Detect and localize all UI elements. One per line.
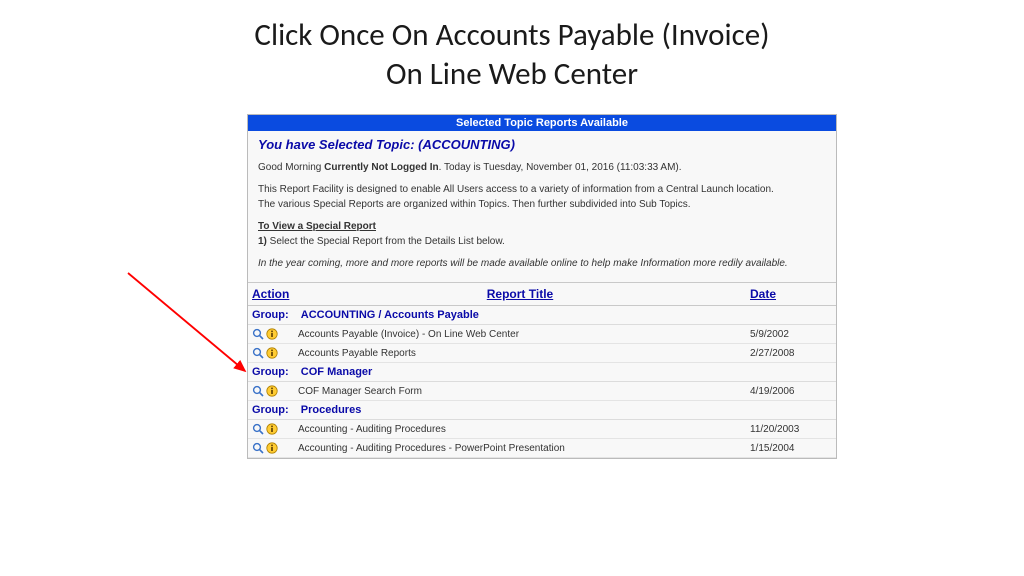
action-cell	[248, 382, 294, 401]
report-date-cell: 2/27/2008	[746, 344, 836, 363]
col-action[interactable]: Action	[248, 283, 294, 306]
slide-title: Click Once On Accounts Payable (Invoice)…	[0, 0, 1024, 94]
slide-title-line1: Click Once On Accounts Payable (Invoice)	[254, 16, 769, 54]
report-title-cell: COF Manager Search Form	[294, 382, 746, 401]
group-label: Group:	[252, 404, 295, 416]
slide-title-line2: On Line Web Center	[386, 55, 638, 93]
report-title-cell: Accounting - Auditing Procedures	[294, 420, 746, 439]
group-row: Group: COF Manager	[248, 363, 836, 382]
group-row: Group: ACCOUNTING / Accounts Payable	[248, 306, 836, 325]
action-cell	[248, 439, 294, 458]
group-name: COF Manager	[301, 366, 373, 378]
action-cell	[248, 344, 294, 363]
table-row[interactable]: Accounts Payable (Invoice) - On Line Web…	[248, 325, 836, 344]
report-panel: Selected Topic Reports Available You hav…	[247, 114, 837, 459]
group-label: Group:	[252, 366, 295, 378]
action-cell	[248, 420, 294, 439]
report-date-cell: 4/19/2006	[746, 382, 836, 401]
col-date[interactable]: Date	[746, 283, 836, 306]
desc-line-1: This Report Facility is designed to enab…	[258, 182, 826, 197]
report-date-cell: 11/20/2003	[746, 420, 836, 439]
info-icon[interactable]	[266, 423, 278, 435]
magnify-icon[interactable]	[252, 423, 264, 435]
report-title-cell: Accounting - Auditing Procedures - Power…	[294, 439, 746, 458]
magnify-icon[interactable]	[252, 442, 264, 454]
group-name: Procedures	[301, 404, 362, 416]
info-icon[interactable]	[266, 328, 278, 340]
topic-prefix: You have Selected Topic:	[258, 137, 418, 152]
report-table: Action Report Title Date Group: ACCOUNTI…	[248, 282, 836, 458]
table-header-row: Action Report Title Date	[248, 283, 836, 306]
group-row: Group: Procedures	[248, 401, 836, 420]
greeting-line: Good Morning Currently Not Logged In. To…	[258, 160, 826, 175]
table-row[interactable]: Accounts Payable Reports2/27/2008	[248, 344, 836, 363]
table-row[interactable]: Accounting - Auditing Procedures11/20/20…	[248, 420, 836, 439]
table-row[interactable]: Accounting - Auditing Procedures - Power…	[248, 439, 836, 458]
group-label: Group:	[252, 309, 295, 321]
greeting-suffix: . Today is Tuesday, November 01, 2016 (1…	[439, 162, 682, 173]
panel-header: Selected Topic Reports Available	[248, 115, 836, 131]
info-text: Good Morning Currently Not Logged In. To…	[258, 160, 826, 271]
panel-body: You have Selected Topic: (ACCOUNTING) Go…	[248, 131, 836, 282]
report-date-cell: 1/15/2004	[746, 439, 836, 458]
info-icon[interactable]	[266, 442, 278, 454]
info-icon[interactable]	[266, 347, 278, 359]
report-title-cell: Accounts Payable (Invoice) - On Line Web…	[294, 325, 746, 344]
login-status: Currently Not Logged In	[324, 162, 438, 173]
desc-line-2: The various Special Reports are organize…	[258, 197, 826, 212]
report-title-cell: Accounts Payable Reports	[294, 344, 746, 363]
footnote: In the year coming, more and more report…	[258, 256, 826, 271]
howto-title: To View a Special Report	[258, 221, 376, 232]
col-title[interactable]: Report Title	[294, 283, 746, 306]
howto-step-text: Select the Special Report from the Detai…	[267, 236, 505, 247]
group-name: ACCOUNTING / Accounts Payable	[301, 309, 479, 321]
info-icon[interactable]	[266, 385, 278, 397]
annotation-arrow	[120, 265, 260, 405]
howto-step-num: 1)	[258, 236, 267, 247]
action-cell	[248, 325, 294, 344]
magnify-icon[interactable]	[252, 328, 264, 340]
report-date-cell: 5/9/2002	[746, 325, 836, 344]
selected-topic: You have Selected Topic: (ACCOUNTING)	[258, 137, 826, 152]
magnify-icon[interactable]	[252, 385, 264, 397]
greeting-prefix: Good Morning	[258, 162, 324, 173]
topic-value: (ACCOUNTING)	[418, 137, 515, 152]
howto: To View a Special Report 1) Select the S…	[258, 219, 826, 249]
table-row[interactable]: COF Manager Search Form4/19/2006	[248, 382, 836, 401]
magnify-icon[interactable]	[252, 347, 264, 359]
